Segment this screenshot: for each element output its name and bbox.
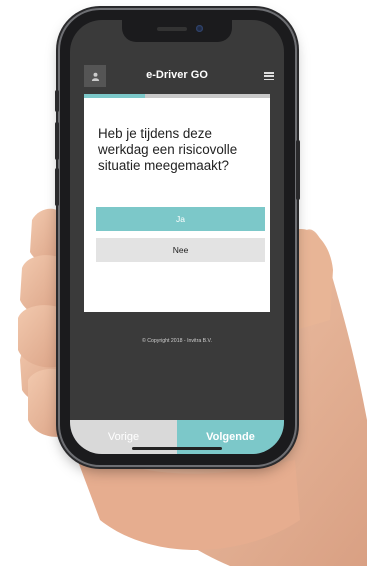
volume-down-button — [55, 168, 59, 206]
question-card: Heb je tijdens deze werkdag een risicovo… — [84, 98, 270, 312]
phone-frame: e-Driver GO Heb je tijdens deze werkdag … — [55, 10, 300, 465]
power-button — [296, 140, 300, 200]
hamburger-menu-icon[interactable] — [264, 71, 274, 81]
camera-icon — [196, 25, 203, 32]
copyright-text: © Copyright 2018 - Invitra B.V. — [142, 338, 212, 344]
mute-switch — [55, 90, 59, 112]
speaker-grille — [157, 27, 187, 31]
phone-screen: e-Driver GO Heb je tijdens deze werkdag … — [70, 20, 284, 454]
phone-notch — [122, 20, 232, 42]
app-title: e-Driver GO — [146, 69, 208, 81]
question-text: Heb je tijdens deze werkdag een risicovo… — [98, 126, 238, 173]
app-header: e-Driver GO — [70, 56, 284, 94]
no-button[interactable]: Nee — [96, 238, 265, 262]
yes-button[interactable]: Ja — [96, 207, 265, 231]
volume-up-button — [55, 122, 59, 160]
home-indicator — [132, 447, 222, 450]
